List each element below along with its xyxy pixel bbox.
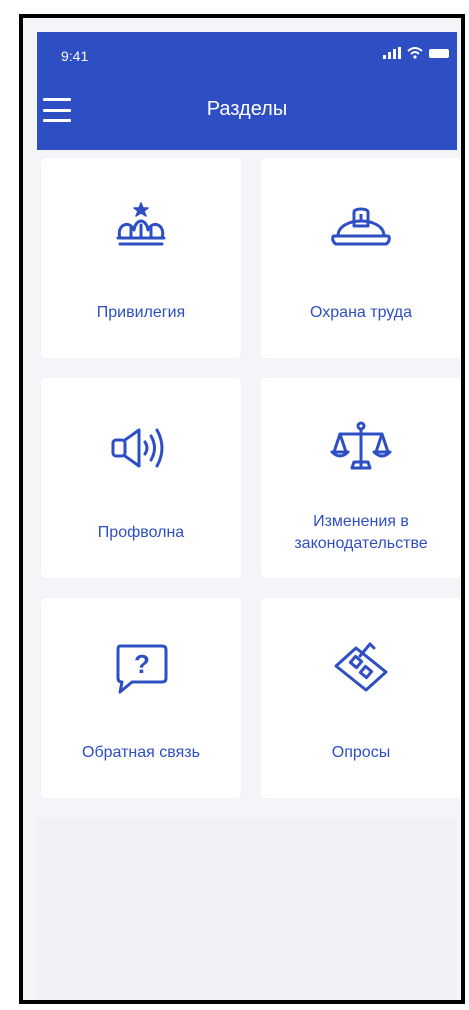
phone-frame: 9:41 Разделы Привилегия Охрана труда Про… bbox=[19, 14, 465, 1004]
status-time: 9:41 bbox=[61, 48, 89, 64]
hard-hat-icon bbox=[261, 198, 461, 258]
speaker-icon bbox=[41, 418, 241, 478]
ballot-icon bbox=[261, 638, 461, 698]
battery-icon bbox=[429, 48, 449, 58]
question-bubble-icon: ? bbox=[41, 638, 241, 698]
section-label: Опросы bbox=[331, 744, 391, 761]
section-card-privilege[interactable]: Привилегия bbox=[41, 158, 241, 358]
signal-icon bbox=[383, 47, 401, 59]
section-label: Охрана труда bbox=[310, 304, 412, 321]
section-label: Обратная связь bbox=[82, 744, 200, 761]
wifi-icon bbox=[407, 47, 423, 59]
svg-text:?: ? bbox=[134, 649, 150, 679]
section-card-feedback[interactable]: ? Обратная связь bbox=[41, 598, 241, 798]
scales-icon bbox=[261, 418, 461, 478]
section-card-labor-safety[interactable]: Охрана труда bbox=[261, 158, 461, 358]
status-icons bbox=[383, 47, 449, 59]
crown-icon bbox=[41, 198, 241, 258]
page-title: Разделы bbox=[206, 98, 288, 120]
section-card-legislation-changes[interactable]: Изменения в законодательстве bbox=[261, 378, 461, 578]
app-header: 9:41 Разделы bbox=[37, 32, 457, 150]
empty-area bbox=[37, 818, 457, 1000]
section-label: Изменения в законодательстве bbox=[294, 513, 428, 552]
section-label: Профволна bbox=[97, 524, 185, 541]
section-card-profvolna[interactable]: Профволна bbox=[41, 378, 241, 578]
section-card-polls[interactable]: Опросы bbox=[261, 598, 461, 798]
section-label: Привилегия bbox=[96, 304, 186, 321]
